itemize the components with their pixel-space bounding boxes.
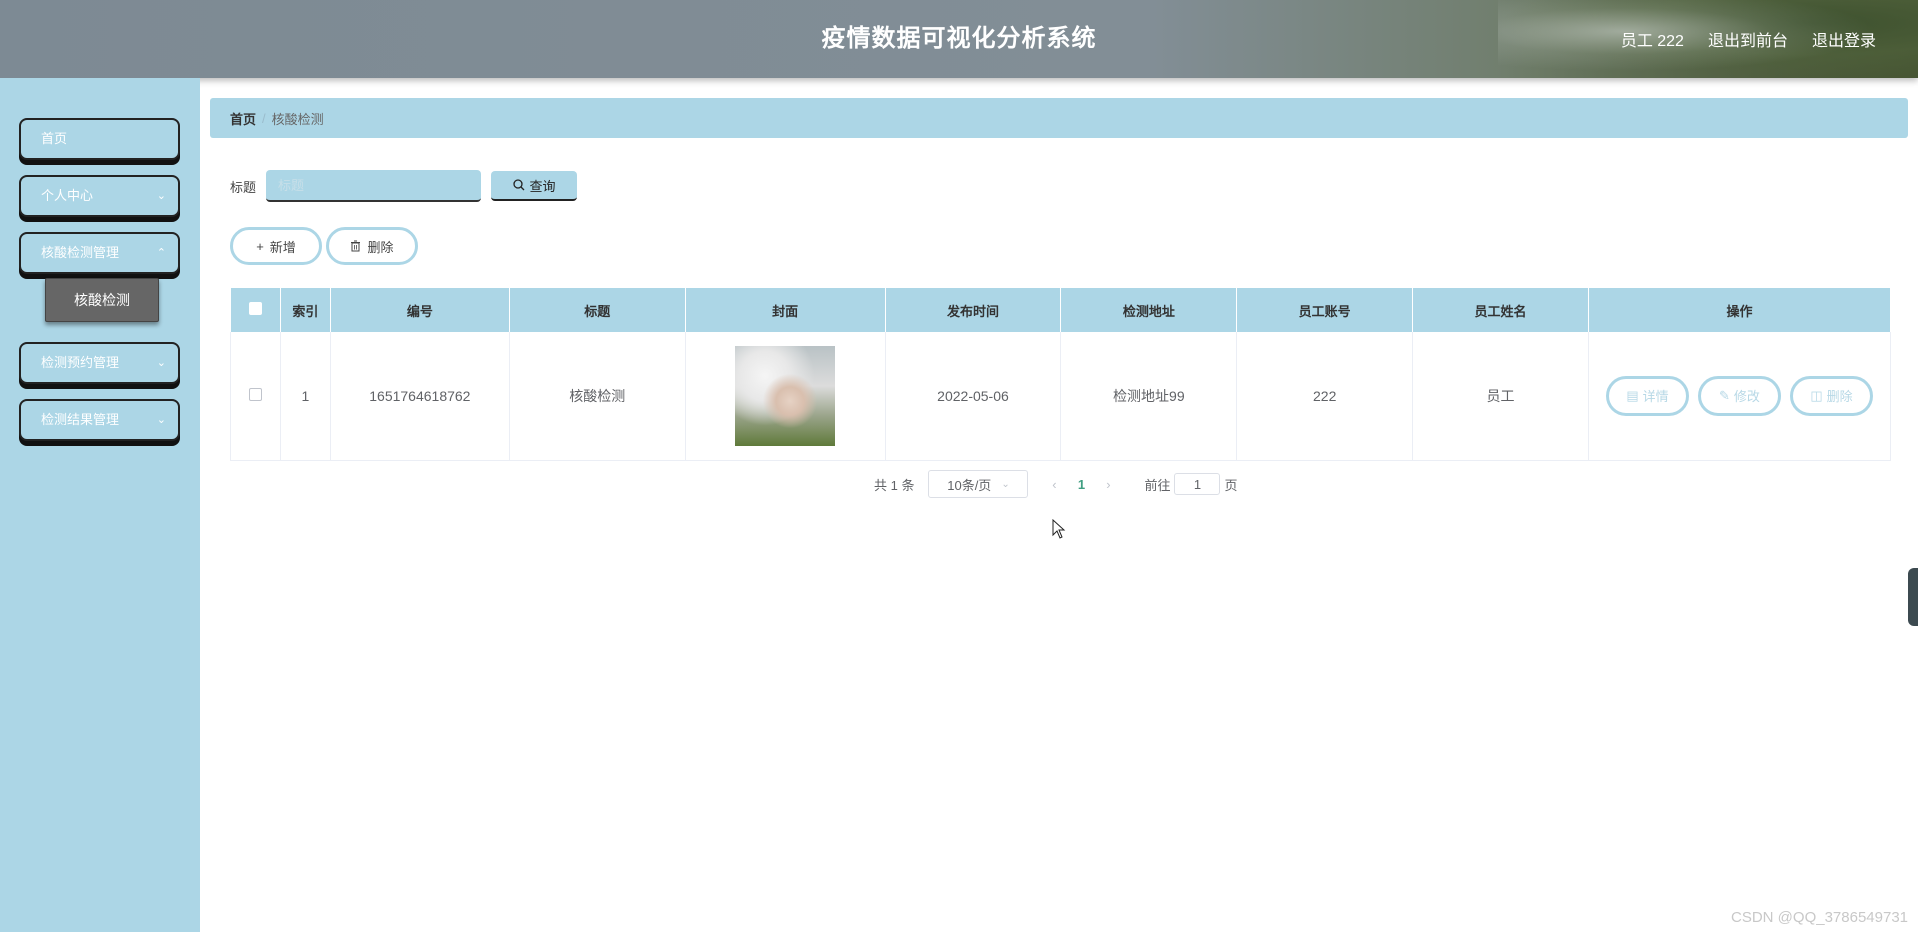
select-all-cell — [230, 288, 281, 332]
mouse-cursor-icon — [1052, 519, 1066, 539]
pagination: 共 1 条 10条/页 ⌄ ‹ 1 › 前往 页 — [874, 470, 1238, 498]
cell-operations: ▤ 详情 ✎ 修改 ◫ 删除 — [1588, 332, 1892, 461]
edit-button-label: 修改 — [1733, 389, 1760, 405]
table-row: 1 1651764618762 核酸检测 2022-05-06 检测地址99 2… — [230, 332, 1892, 461]
cell-number: 1651764618762 — [330, 332, 510, 461]
chevron-up-icon: ⌃ — [156, 247, 166, 259]
logout-link[interactable]: 退出登录 — [1812, 27, 1876, 51]
cover-image — [735, 345, 836, 446]
breadcrumb-home[interactable]: 首页 — [230, 109, 256, 128]
sidebar-item-label: 个人中心 — [41, 188, 94, 203]
cell-name: 员工 — [1412, 332, 1589, 461]
user-label: 员工 222 — [1620, 33, 1684, 50]
document-icon: ▤ — [1626, 387, 1639, 403]
prev-page-icon[interactable]: ‹ — [1042, 477, 1066, 492]
side-drawer-handle[interactable] — [1908, 568, 1918, 626]
cell-account: 222 — [1236, 332, 1414, 461]
data-table: 索引 编号 标题 封面 发布时间 检测地址 员工账号 员工姓名 操作 1 165… — [230, 288, 1892, 461]
row-checkbox[interactable] — [248, 387, 262, 401]
cell-title: 核酸检测 — [509, 332, 686, 461]
page-size-select[interactable]: 10条/页 ⌄ — [928, 470, 1029, 498]
sidebar-item-label: 检测结果管理 — [41, 412, 120, 427]
row-delete-button[interactable]: ◫ 删除 — [1789, 375, 1873, 416]
query-button[interactable]: 查询 — [491, 171, 578, 201]
sidebar-item-label: 检测预约管理 — [41, 355, 120, 370]
batch-delete-button[interactable]: 删除 — [326, 227, 418, 265]
edit-button[interactable]: ✎ 修改 — [1697, 375, 1781, 416]
header-user-area: 员工 222 退出到前台 退出登录 — [1621, 0, 1876, 78]
page-suffix: 页 — [1224, 477, 1238, 493]
submenu-item-nucleic-test[interactable]: 核酸检测 — [45, 278, 159, 322]
top-header: 疫情数据可视化分析系统 员工 222 退出到前台 退出登录 — [0, 0, 1918, 78]
sidebar-item-result-management[interactable]: 检测结果管理 ⌄ — [19, 399, 180, 441]
column-header: 员工账号 — [1236, 288, 1414, 332]
cell-address: 检测地址99 — [1060, 332, 1238, 461]
exit-to-front-link[interactable]: 退出到前台 — [1708, 27, 1788, 51]
watermark: CSDN @QQ_3786549731 — [1731, 909, 1908, 926]
select-all-checkbox[interactable] — [248, 302, 262, 315]
add-button-label: 新增 — [269, 239, 296, 255]
sidebar-item-label: 首页 — [41, 131, 68, 146]
cell-index: 1 — [280, 332, 331, 461]
goto-label: 前往 — [1144, 477, 1171, 493]
detail-button[interactable]: ▤ 详情 — [1605, 375, 1689, 416]
column-header: 索引 — [280, 288, 331, 332]
action-buttons: + 新增 删除 — [230, 227, 418, 265]
next-page-icon[interactable]: › — [1096, 477, 1120, 492]
pencil-icon: ✎ — [1719, 387, 1730, 403]
goto-page-input[interactable] — [1174, 473, 1221, 495]
sidebar-item-home[interactable]: 首页 — [19, 118, 180, 160]
cell-cover — [685, 332, 886, 461]
column-header: 发布时间 — [885, 288, 1062, 332]
breadcrumb-current: 核酸检测 — [271, 111, 324, 127]
breadcrumb-separator: / — [262, 110, 266, 126]
query-button-label: 查询 — [529, 178, 556, 194]
row-delete-button-label: 删除 — [1826, 389, 1853, 405]
column-header: 检测地址 — [1060, 288, 1238, 332]
chevron-down-icon: ⌄ — [1001, 478, 1010, 490]
row-select-cell — [230, 332, 281, 461]
sidebar-item-appointment-management[interactable]: 检测预约管理 ⌄ — [19, 342, 180, 384]
page-jumper: 前往 页 — [1144, 473, 1238, 495]
add-button[interactable]: + 新增 — [230, 227, 322, 265]
trash-icon: ◫ — [1810, 387, 1823, 403]
chevron-down-icon: ⌄ — [156, 414, 166, 426]
breadcrumb: 首页 / 核酸检测 — [210, 98, 1908, 138]
sidebar-item-personal-center[interactable]: 个人中心 ⌄ — [19, 175, 180, 217]
title-search-input[interactable] — [266, 170, 482, 202]
column-header: 封面 — [685, 288, 886, 332]
sidebar-item-nucleic-test-management[interactable]: 核酸检测管理 ⌃ — [19, 232, 180, 274]
search-label: 标题 — [230, 179, 257, 195]
chevron-down-icon: ⌄ — [156, 190, 166, 202]
plus-icon: + — [256, 238, 264, 254]
sidebar-item-label: 核酸检测管理 — [41, 245, 120, 260]
trash-icon — [351, 240, 361, 252]
page-size-value: 10条/页 — [947, 477, 992, 493]
detail-button-label: 详情 — [1642, 389, 1669, 405]
row-operations: ▤ 详情 ✎ 修改 ◫ 删除 — [1589, 375, 1890, 416]
sidebar: 首页 个人中心 ⌄ 核酸检测管理 ⌃ 核酸检测 检测预约管理 ⌄ 检测结果管理 … — [0, 78, 200, 932]
table-header-row: 索引 编号 标题 封面 发布时间 检测地址 员工账号 员工姓名 操作 — [230, 288, 1892, 332]
search-icon — [512, 179, 524, 191]
column-header: 编号 — [330, 288, 510, 332]
column-header: 操作 — [1588, 288, 1892, 332]
page-number-current[interactable]: 1 — [1066, 477, 1096, 492]
column-header: 标题 — [509, 288, 686, 332]
pagination-total: 共 1 条 — [874, 477, 915, 493]
search-bar: 标题 查询 — [230, 170, 578, 202]
cell-publish-time: 2022-05-06 — [885, 332, 1062, 461]
delete-button-label: 删除 — [367, 239, 394, 255]
chevron-down-icon: ⌄ — [156, 357, 166, 369]
column-header: 员工姓名 — [1412, 288, 1589, 332]
